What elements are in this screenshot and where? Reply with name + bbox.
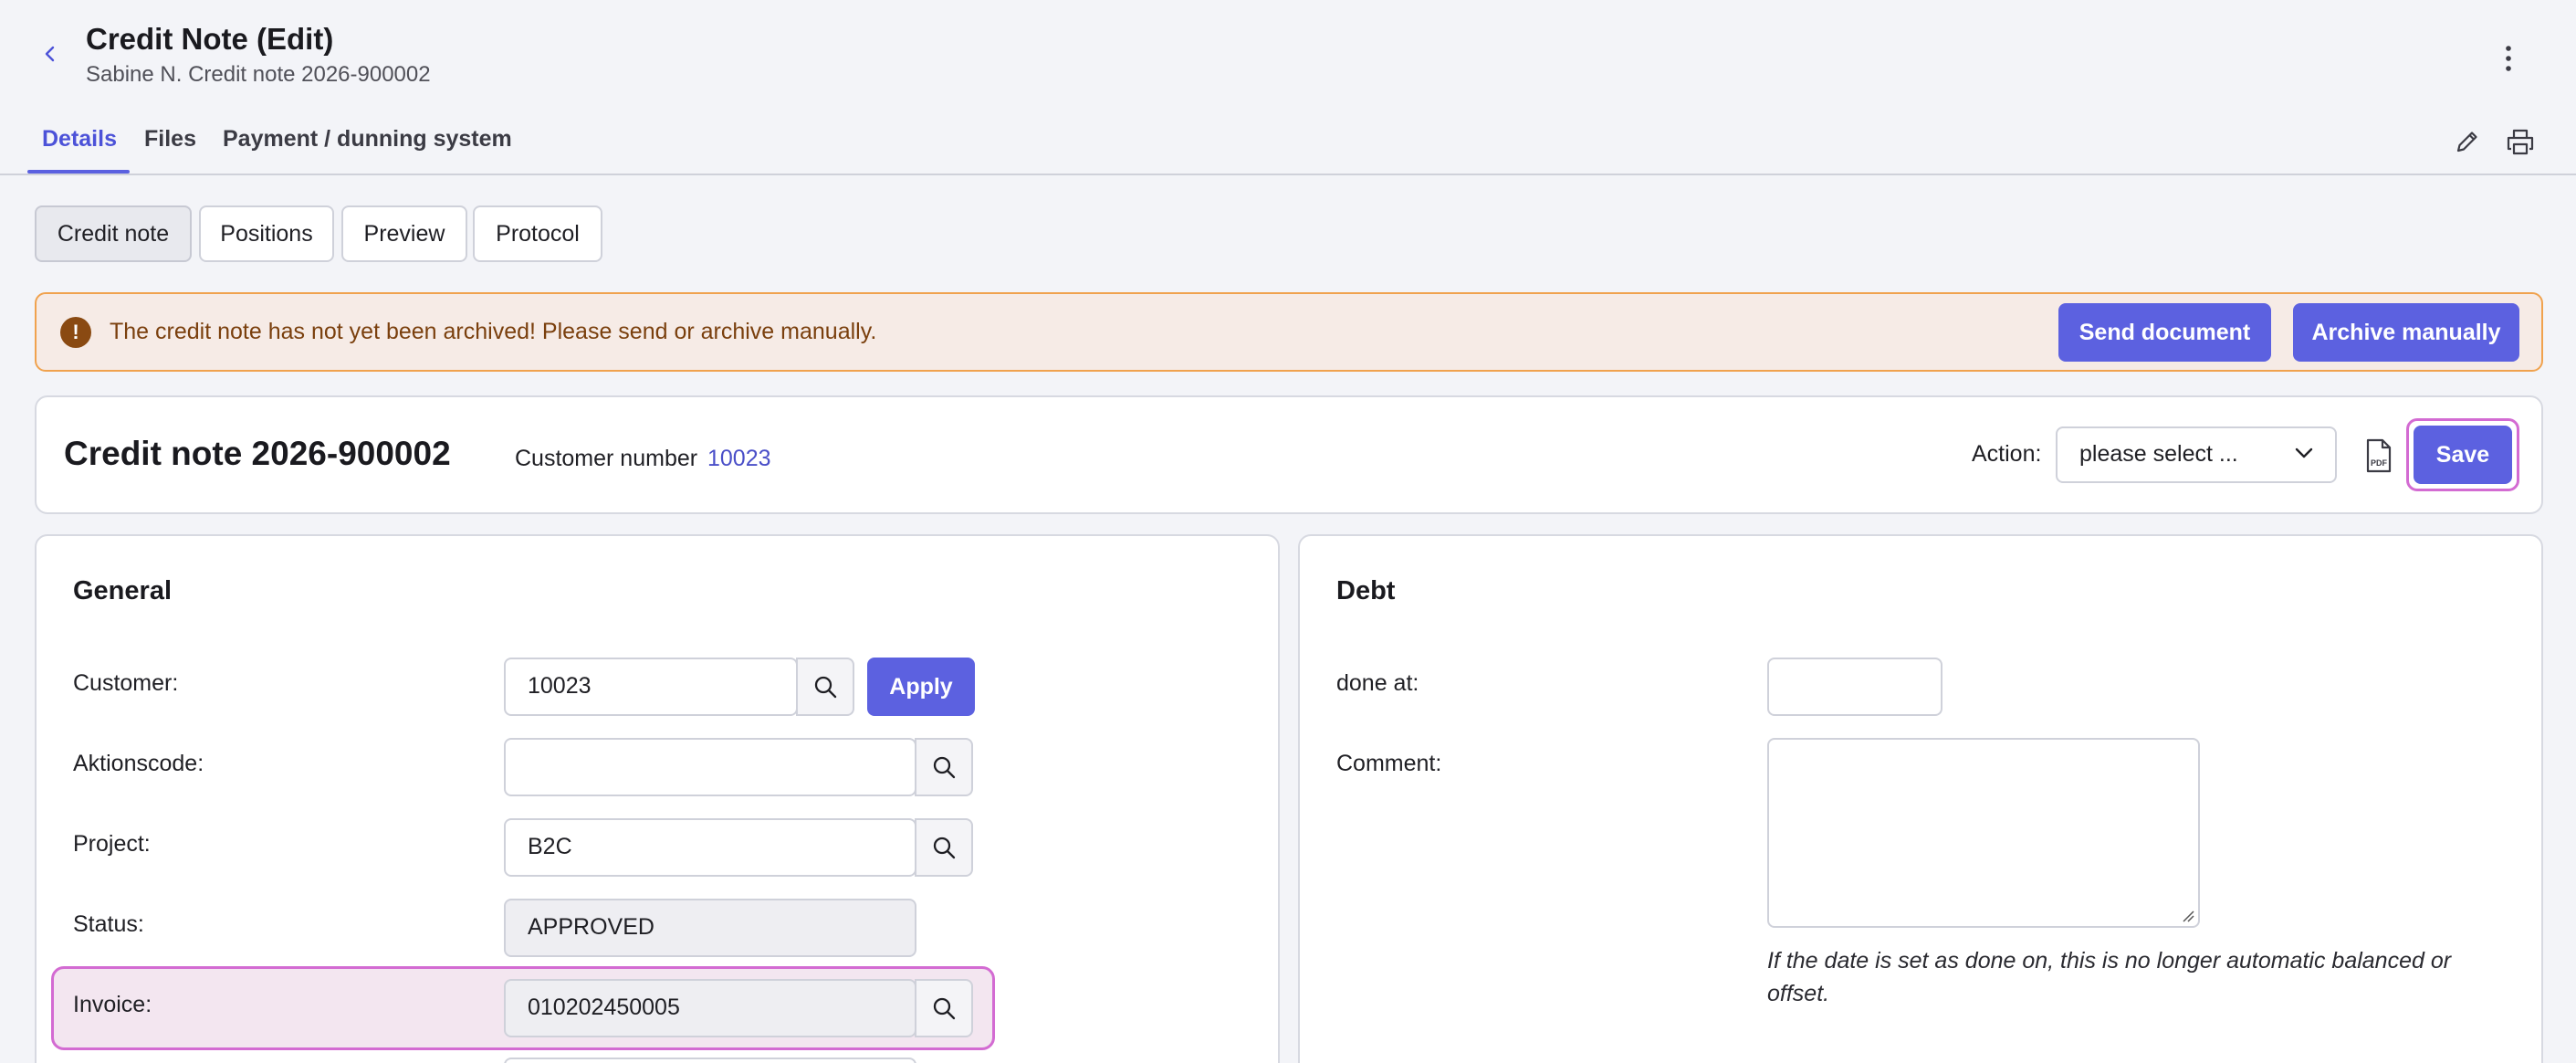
printer-icon xyxy=(2507,129,2534,155)
invoice-input-value: 010202450005 xyxy=(528,995,680,1020)
search-icon xyxy=(933,997,956,1020)
next-field-input[interactable] xyxy=(504,1058,916,1063)
archive-manually-button[interactable]: Archive manually xyxy=(2293,303,2519,362)
done-at-input[interactable] xyxy=(1767,658,1942,716)
general-section-title: General xyxy=(73,576,172,605)
warning-text: The credit note has not yet been archive… xyxy=(110,319,877,344)
credit-note-title: Credit note 2026-900002 xyxy=(64,435,451,472)
project-label: Project: xyxy=(73,831,151,857)
customer-label: Customer: xyxy=(73,670,179,696)
invoice-search-button[interactable] xyxy=(915,979,973,1037)
pdf-icon[interactable]: PDF xyxy=(2362,438,2393,473)
done-at-label: done at: xyxy=(1336,670,1419,696)
svg-text:PDF: PDF xyxy=(2371,458,2388,468)
customer-input-value: 10023 xyxy=(528,673,592,699)
aktionscode-label: Aktionscode: xyxy=(73,751,204,776)
subtab-preview[interactable]: Preview xyxy=(341,205,467,262)
customer-search-button[interactable] xyxy=(796,658,854,716)
subtab-credit-note[interactable]: Credit note xyxy=(35,205,192,262)
resize-handle-icon[interactable] xyxy=(2182,910,2194,922)
chevron-left-icon xyxy=(45,46,55,62)
action-select-value: please select ... xyxy=(2079,441,2238,467)
status-label: Status: xyxy=(73,911,144,937)
project-input-value: B2C xyxy=(528,834,572,859)
aktionscode-search-button[interactable] xyxy=(915,738,973,796)
tab-files[interactable]: Files xyxy=(144,126,196,153)
debt-section-title: Debt xyxy=(1336,576,1396,605)
active-tab-indicator xyxy=(27,170,130,174)
more-menu-button[interactable] xyxy=(2494,40,2523,77)
comment-label: Comment: xyxy=(1336,751,1442,776)
send-document-button[interactable]: Send document xyxy=(2058,303,2271,362)
warning-icon: ! xyxy=(60,317,91,348)
invoice-label: Invoice: xyxy=(73,992,152,1017)
pencil-icon xyxy=(2456,132,2477,153)
back-button[interactable] xyxy=(33,37,68,71)
edit-button[interactable] xyxy=(2450,124,2485,159)
print-button[interactable] xyxy=(2503,124,2538,159)
search-icon xyxy=(933,756,956,779)
kebab-icon xyxy=(2506,46,2511,71)
status-value: APPROVED xyxy=(528,914,654,940)
page-title: Credit Note (Edit) xyxy=(86,22,334,56)
subtab-protocol[interactable]: Protocol xyxy=(473,205,602,262)
customer-number-link[interactable]: 10023 xyxy=(707,446,771,472)
project-search-button[interactable] xyxy=(915,818,973,877)
done-at-hint-line-2: offset. xyxy=(1767,981,1830,1006)
action-label: Action: xyxy=(1972,441,2042,467)
done-at-hint-line-1: If the date is set as done on, this is n… xyxy=(1767,948,2452,974)
page-subtitle: Sabine N. Credit note 2026-900002 xyxy=(86,62,431,87)
apply-button[interactable]: Apply xyxy=(867,658,975,716)
search-icon xyxy=(814,676,837,699)
aktionscode-input[interactable] xyxy=(504,738,916,796)
search-icon xyxy=(933,837,956,859)
tab-details[interactable]: Details xyxy=(42,126,117,153)
subtab-positions[interactable]: Positions xyxy=(199,205,334,262)
comment-textarea[interactable] xyxy=(1767,738,2200,928)
chevron-down-icon xyxy=(2295,447,2313,458)
customer-number-label: Customer number xyxy=(515,446,698,471)
save-button[interactable]: Save xyxy=(2414,426,2512,484)
tab-payment-dunning[interactable]: Payment / dunning system xyxy=(223,126,512,153)
